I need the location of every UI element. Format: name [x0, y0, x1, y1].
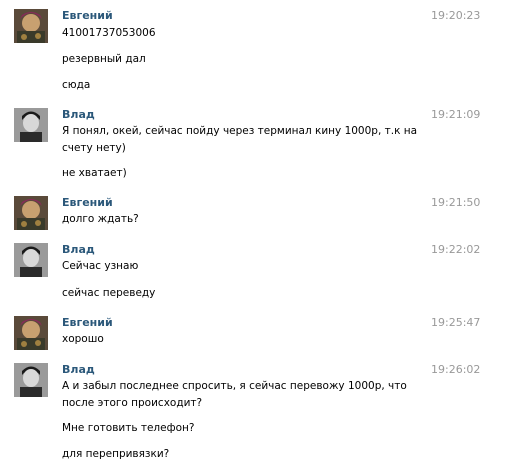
- sender-name[interactable]: Евгений: [62, 316, 113, 330]
- message-text: резервный дал: [62, 53, 146, 65]
- message-text: А и забыл последнее спросить, я сейчас п…: [62, 380, 407, 409]
- message-text: Сейчас узнаю: [62, 260, 139, 272]
- sender-name[interactable]: Евгений: [62, 9, 113, 23]
- avatar-vlad[interactable]: [14, 363, 48, 397]
- avatar-evgeny[interactable]: [14, 196, 48, 230]
- sender-name[interactable]: Влад: [62, 363, 95, 377]
- sender-name[interactable]: Евгений: [62, 196, 113, 210]
- message-timestamp: 19:25:47: [431, 316, 481, 329]
- message-text: Я понял, окей, сейчас пойду через термин…: [62, 125, 418, 154]
- chat-history: Евгений 19:20:23 41001737053006 резервны…: [0, 0, 522, 471]
- message-timestamp: 19:20:23: [431, 9, 481, 22]
- avatar-evgeny[interactable]: [14, 316, 48, 350]
- message-timestamp: 19:21:09: [431, 108, 481, 121]
- message-text: долго ждать?: [62, 213, 139, 225]
- message-timestamp: 19:22:02: [431, 243, 481, 256]
- message-text: 41001737053006: [62, 27, 156, 39]
- message-text: для перепривязки?: [62, 448, 170, 460]
- sender-name[interactable]: Влад: [62, 108, 95, 122]
- message-text: сейчас переведу: [62, 287, 156, 299]
- message-text: сюда: [62, 79, 91, 91]
- message-text: не хватает): [62, 167, 127, 179]
- message-timestamp: 19:26:02: [431, 363, 481, 376]
- message-text: Мне готовить телефон?: [62, 422, 195, 434]
- avatar-vlad[interactable]: [14, 243, 48, 277]
- message-timestamp: 19:21:50: [431, 196, 481, 209]
- avatar-evgeny[interactable]: [14, 9, 48, 43]
- sender-name[interactable]: Влад: [62, 243, 95, 257]
- message-text: хорошо: [62, 333, 104, 345]
- avatar-vlad[interactable]: [14, 108, 48, 142]
